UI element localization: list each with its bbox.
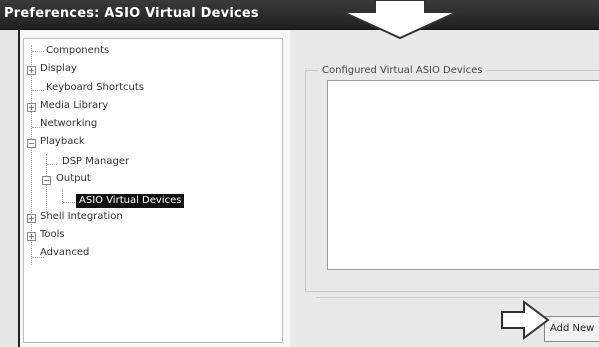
tree-item-components[interactable]: Components — [46, 44, 109, 58]
tree-item-playback[interactable]: Playback — [40, 135, 85, 149]
tree-item-shell-integration[interactable]: Shell Integration — [40, 210, 123, 224]
tree-item-display[interactable]: Display — [40, 62, 77, 76]
title-bar: Preferences: ASIO Virtual Devices — [0, 0, 599, 30]
tree-item-keyboard-shortcuts[interactable]: Keyboard Shortcuts — [46, 81, 144, 95]
tree-item-media-library[interactable]: Media Library — [40, 99, 108, 113]
display-expander[interactable]: + — [27, 66, 36, 75]
tree-connector — [47, 164, 57, 165]
tools-expander[interactable]: + — [27, 232, 36, 241]
shell-integration-expander[interactable]: + — [27, 214, 36, 223]
playback-expander[interactable]: − — [27, 139, 36, 148]
down-arrow-callout-icon — [342, 0, 458, 40]
preferences-tree[interactable]: + + − − + + Components Display Keyboard … — [23, 38, 283, 343]
media-library-expander[interactable]: + — [27, 103, 36, 112]
tree-connector — [32, 90, 44, 91]
tree-item-networking[interactable]: Networking — [40, 117, 97, 131]
add-new-button[interactable]: Add New — [544, 316, 599, 342]
separator — [316, 297, 599, 298]
tree-connector — [32, 51, 44, 52]
tree-item-dsp-manager[interactable]: DSP Manager — [62, 155, 129, 169]
output-expander[interactable]: − — [42, 176, 51, 185]
preferences-window: Preferences: ASIO Virtual Devices + + − … — [0, 0, 599, 347]
window-title: Preferences: ASIO Virtual Devices — [4, 6, 259, 21]
tree-item-advanced[interactable]: Advanced — [40, 246, 89, 260]
right-arrow-callout-icon — [501, 300, 550, 340]
tree-item-output[interactable]: Output — [56, 172, 91, 186]
virtual-asio-devices-list[interactable] — [327, 80, 599, 270]
tree-connector — [63, 202, 75, 203]
tree-item-asio-virtual-devices[interactable]: ASIO Virtual Devices — [76, 194, 185, 208]
group-label: Configured Virtual ASIO Devices — [318, 65, 487, 76]
tree-item-tools[interactable]: Tools — [40, 228, 65, 242]
